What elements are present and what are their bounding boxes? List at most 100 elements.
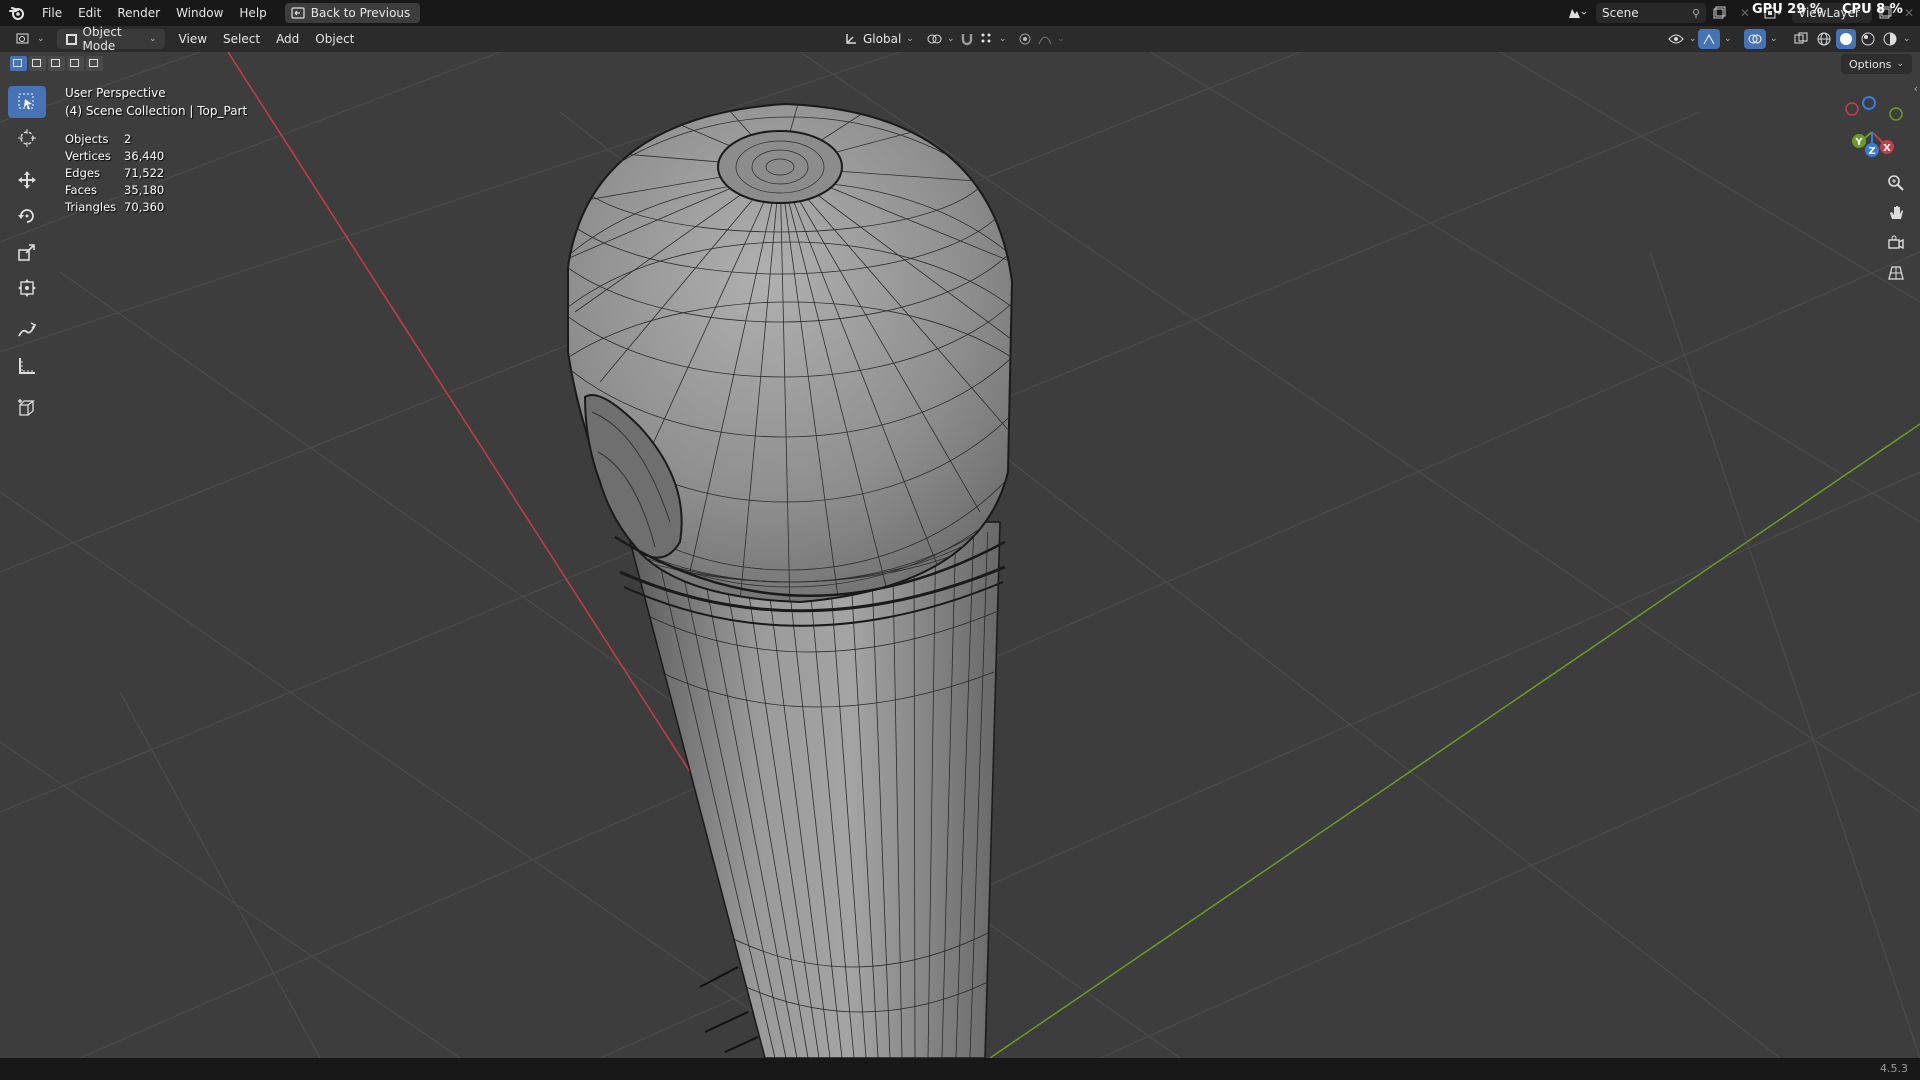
gizmo-y-label: Y bbox=[1854, 137, 1863, 148]
add-cube-tool[interactable] bbox=[8, 392, 46, 424]
menu-add[interactable]: Add bbox=[268, 29, 307, 49]
top-menu-bar: File Edit Render Window Help Back to Pre… bbox=[0, 0, 1920, 26]
tool-shelf bbox=[8, 86, 46, 428]
wireframe-sphere-icon bbox=[1817, 32, 1831, 46]
chevron-down-icon: ⌄ bbox=[1724, 34, 1732, 44]
overlays-dropdown[interactable]: ⌄ bbox=[1766, 29, 1782, 49]
menu-view[interactable]: View bbox=[171, 29, 215, 49]
shading-solid-button[interactable] bbox=[1836, 29, 1856, 49]
menu-render[interactable]: Render bbox=[109, 0, 168, 26]
cpu-value: 8 % bbox=[1876, 2, 1903, 17]
mode-dropdown[interactable]: Object Mode ⌄ bbox=[56, 25, 165, 53]
new-scene-icon[interactable] bbox=[1706, 6, 1732, 20]
menu-help[interactable]: Help bbox=[231, 0, 274, 26]
editor-type-button[interactable]: ⌄ bbox=[8, 29, 53, 49]
perspective-label: User Perspective bbox=[65, 86, 166, 100]
select-box-tool[interactable] bbox=[8, 86, 46, 118]
perspective-toggle-icon[interactable] bbox=[1882, 260, 1910, 286]
menu-window[interactable]: Window bbox=[168, 0, 231, 26]
zoom-icon[interactable] bbox=[1882, 170, 1910, 196]
select-new-icon[interactable] bbox=[10, 56, 27, 71]
overlays-toggle[interactable] bbox=[1744, 29, 1766, 49]
scene-statistics: Objects 2 Vertices 36,440 Edges 71,522 Face… bbox=[65, 132, 204, 217]
shading-wireframe-button[interactable] bbox=[1814, 29, 1834, 49]
transform-tool[interactable] bbox=[8, 272, 46, 304]
stat-value: 36,440 bbox=[124, 149, 165, 163]
back-to-previous-label: Back to Previous bbox=[310, 6, 411, 20]
viewport-scene[interactable] bbox=[0, 52, 1920, 1058]
gizmo-dropdown[interactable]: ⌄ bbox=[1720, 29, 1736, 49]
viewport-editor-icon bbox=[16, 33, 29, 44]
snap-increment-icon bbox=[981, 33, 991, 43]
gpu-usage: GPU 29 % bbox=[1752, 2, 1823, 17]
gpu-label: GPU bbox=[1752, 2, 1783, 17]
measure-tool[interactable] bbox=[8, 350, 46, 382]
orientation-label: Global bbox=[863, 32, 902, 46]
camera-view-icon[interactable] bbox=[1882, 230, 1910, 256]
select-box-icon bbox=[18, 93, 34, 110]
rotate-tool[interactable] bbox=[8, 200, 46, 232]
pan-hand-icon[interactable] bbox=[1882, 200, 1910, 226]
chevron-down-icon: ⌄ bbox=[1689, 34, 1697, 44]
snap-target-dropdown[interactable]: ⌄ bbox=[972, 29, 1015, 49]
material-sphere-icon bbox=[1861, 32, 1875, 46]
chevron-down-icon: ⌄ bbox=[999, 34, 1007, 44]
add-cube-icon bbox=[18, 399, 35, 416]
gizmo-z-label: Z bbox=[1868, 146, 1875, 157]
menu-select[interactable]: Select bbox=[215, 29, 268, 49]
solid-sphere-icon bbox=[1840, 33, 1852, 45]
gizmo-toggle[interactable] bbox=[1698, 29, 1720, 49]
3d-viewport[interactable]: User Perspective (4) Scene Collection | … bbox=[0, 52, 1920, 1058]
xray-icon bbox=[1794, 32, 1808, 44]
chevron-down-icon: ⌄ bbox=[1903, 34, 1911, 44]
rendered-sphere-icon bbox=[1883, 32, 1897, 46]
navigation-gizmo[interactable]: X Y Z bbox=[1832, 92, 1912, 164]
chevron-down-icon: ⌄ bbox=[906, 34, 914, 44]
move-icon bbox=[18, 171, 36, 189]
blender-logo-icon[interactable] bbox=[0, 0, 34, 26]
shading-rendered-button[interactable] bbox=[1880, 29, 1900, 49]
pin-icon[interactable]: ⚲ bbox=[1692, 7, 1700, 20]
transform-orientation-dropdown[interactable]: Global ⌄ bbox=[836, 29, 922, 49]
back-to-previous-button[interactable]: Back to Previous bbox=[284, 3, 421, 23]
orientation-icon bbox=[846, 34, 856, 44]
stat-row: Vertices 36,440 bbox=[65, 149, 204, 166]
select-intersect-icon[interactable] bbox=[86, 56, 103, 71]
stat-value: 70,360 bbox=[124, 200, 165, 214]
falloff-dropdown[interactable]: ⌄ bbox=[1030, 29, 1073, 49]
stat-label: Edges bbox=[65, 166, 100, 180]
gizmo-x-label: X bbox=[1883, 143, 1891, 154]
stat-value: 2 bbox=[124, 132, 132, 146]
stat-value: 71,522 bbox=[124, 166, 165, 180]
menu-edit[interactable]: Edit bbox=[70, 0, 109, 26]
chevron-down-icon: ⌄ bbox=[1896, 59, 1904, 69]
options-label: Options bbox=[1849, 57, 1892, 71]
annotate-tool[interactable] bbox=[8, 314, 46, 346]
cylinder-body bbox=[619, 521, 1006, 1058]
scene-name-field[interactable]: Scene ⚲ bbox=[1596, 3, 1706, 23]
move-tool[interactable] bbox=[8, 164, 46, 196]
shading-dropdown[interactable]: ⌄ bbox=[1900, 29, 1914, 49]
cpu-label: CPU bbox=[1842, 2, 1872, 17]
sidebar-toggle-icon[interactable]: ‹ bbox=[1914, 82, 1918, 95]
menu-file[interactable]: File bbox=[34, 0, 70, 26]
scene-browse-icon[interactable] bbox=[1562, 6, 1592, 20]
viewport-header: ⌄ Object Mode ⌄ View Select Add Object G… bbox=[0, 25, 1920, 53]
cursor-tool[interactable] bbox=[8, 122, 46, 154]
options-dropdown[interactable]: Options ⌄ bbox=[1841, 54, 1912, 74]
stat-row: Faces 35,180 bbox=[65, 183, 204, 200]
transform-icon bbox=[18, 279, 36, 297]
gpu-value: 29 % bbox=[1787, 2, 1823, 17]
object-mode-icon bbox=[65, 33, 77, 45]
scale-icon bbox=[18, 244, 35, 261]
select-extend-icon[interactable] bbox=[29, 56, 46, 71]
shading-material-button[interactable] bbox=[1858, 29, 1878, 49]
gizmo-icon bbox=[1703, 33, 1715, 45]
scale-tool[interactable] bbox=[8, 236, 46, 268]
select-subtract-icon[interactable] bbox=[48, 56, 65, 71]
select-invert-icon[interactable] bbox=[67, 56, 84, 71]
chevron-down-icon: ⌄ bbox=[1770, 34, 1778, 44]
menu-object[interactable]: Object bbox=[307, 29, 362, 49]
scene-name: Scene bbox=[1602, 6, 1639, 20]
xray-toggle[interactable] bbox=[1790, 29, 1812, 49]
